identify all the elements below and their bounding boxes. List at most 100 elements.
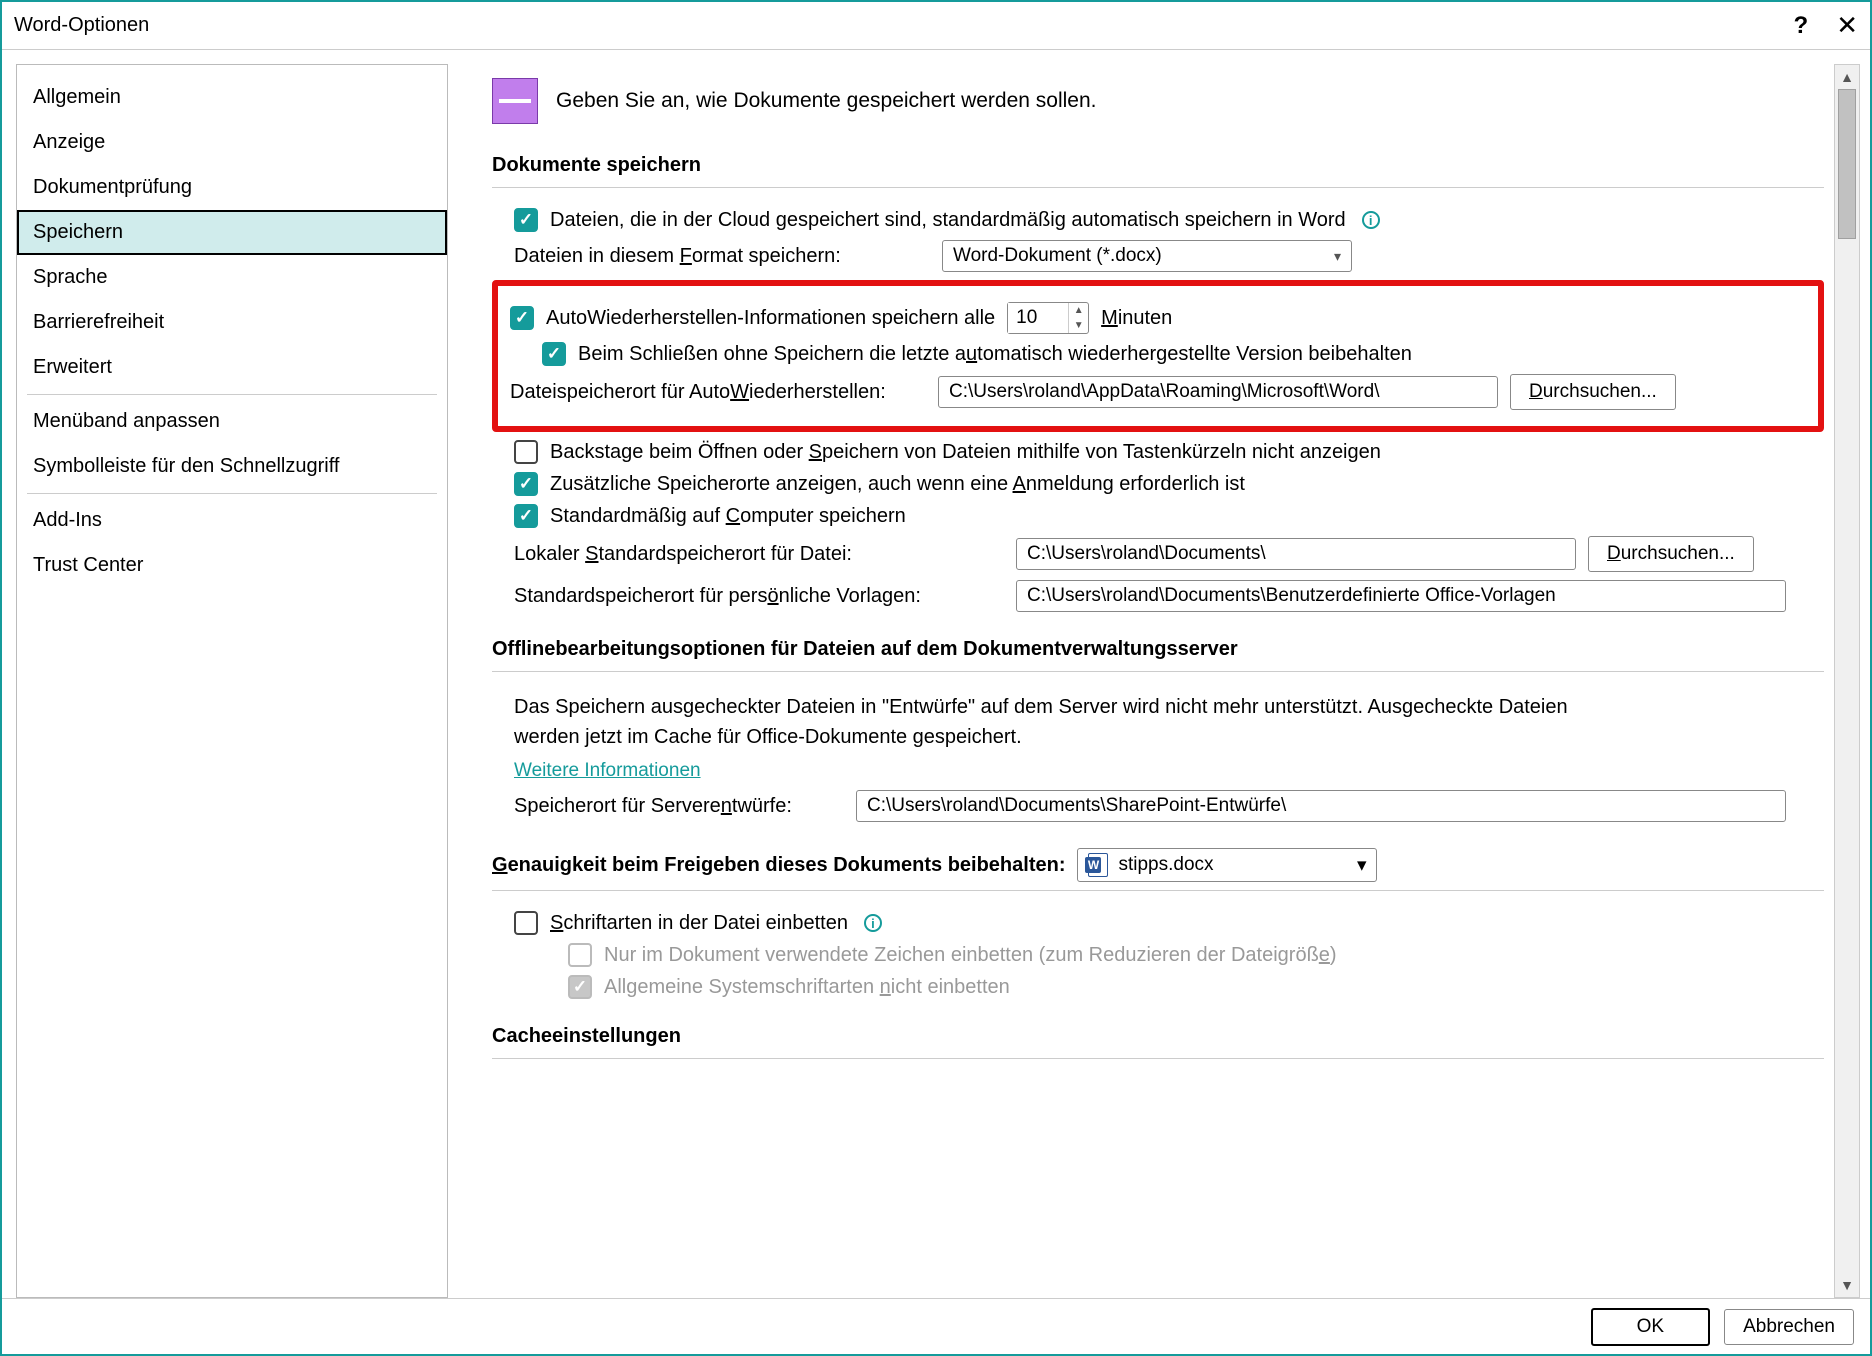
label-cloud-autosave: Dateien, die in der Cloud gespeichert si… [550,209,1346,232]
checkbox-keep-last-autosaved[interactable] [542,342,566,366]
titlebar-controls: ? ✕ [1794,10,1858,41]
checkbox-autorecover[interactable] [510,306,534,330]
browse-local-default-button[interactable]: Durchsuchen... [1588,536,1754,572]
section-separator [492,890,1824,891]
row-exclude-common: Allgemeine Systemschriftarten nicht einb… [492,975,1824,999]
combo-file-format[interactable]: Word-Dokument (*.docx) ▾ [942,240,1352,272]
help-icon[interactable]: ? [1794,12,1809,40]
sidebar-item-speichern[interactable]: Speichern [17,210,447,255]
highlight-autorecover: AutoWiederherstellen-Informationen speic… [492,280,1824,432]
label-backstage-hide: Backstage beim Öffnen oder Speichern von… [550,441,1381,464]
sidebar-item-barrierefreiheit[interactable]: Barrierefreiheit [17,300,447,345]
sidebar-item-anzeige[interactable]: Anzeige [17,120,447,165]
row-autorecover-location: Dateispeicherort für AutoWiederherstelle… [506,374,1810,410]
checkbox-exclude-common [568,975,592,999]
sidebar-separator [27,394,437,395]
page-header-text: Geben Sie an, wie Dokumente gespeichert … [556,89,1096,113]
scroll-up-icon[interactable]: ▲ [1835,65,1859,89]
row-fidelity-title: Genauigkeit beim Freigeben dieses Dokume… [492,848,1824,882]
spinner-autorecover-minutes[interactable]: ▲ ▼ [1007,302,1089,334]
row-keep-last-autosaved: Beim Schließen ohne Speichern die letzte… [506,342,1810,366]
sidebar-item-sprache[interactable]: Sprache [17,255,447,300]
row-offline-note: Das Speichern ausgecheckter Dateien in "… [492,692,1824,752]
label-server-drafts: Speicherort für Serverentwürfe: [514,795,844,818]
row-additional-locations: Zusätzliche Speicherorte anzeigen, auch … [492,472,1824,496]
row-cloud-autosave: Dateien, die in der Cloud gespeichert si… [492,208,1824,232]
titlebar: Word-Optionen ? ✕ [2,2,1870,50]
info-icon[interactable]: i [1362,211,1380,229]
row-local-default: Lokaler Standardspeicherort für Datei: D… [492,536,1824,572]
dialog-footer: OK Abbrechen [2,1298,1870,1354]
ok-button[interactable]: OK [1591,1308,1710,1346]
vertical-scrollbar[interactable]: ▲ ▼ [1834,64,1860,1298]
link-more-info[interactable]: Weitere Informationen [514,760,701,782]
label-embed-used-only: Nur im Dokument verwendete Zeichen einbe… [604,944,1337,967]
combo-document-value: stipps.docx [1118,854,1213,876]
sidebar-item-allgemein[interactable]: Allgemein [17,75,447,120]
input-autorecover-minutes[interactable] [1008,303,1068,333]
content-panel: Geben Sie an, wie Dokumente gespeichert … [462,64,1834,1298]
checkbox-embed-fonts[interactable] [514,911,538,935]
browse-autorecover-button[interactable]: Durchsuchen... [1510,374,1676,410]
row-embed-used-only: Nur im Dokument verwendete Zeichen einbe… [492,943,1824,967]
section-title-fidelity: Genauigkeit beim Freigeben dieses Dokume… [492,854,1065,877]
close-icon[interactable]: ✕ [1836,10,1858,41]
window-title: Word-Optionen [14,14,1794,37]
input-autorecover-location[interactable] [938,376,1498,408]
label-exclude-common: Allgemeine Systemschriftarten nicht einb… [604,976,1010,999]
spinner-down-icon[interactable]: ▼ [1069,318,1088,333]
info-icon[interactable]: i [864,914,882,932]
offline-note: Das Speichern ausgecheckter Dateien in "… [514,692,1604,752]
sidebar: Allgemein Anzeige Dokumentprüfung Speich… [16,64,448,1298]
checkbox-default-computer[interactable] [514,504,538,528]
sidebar-item-dokumentpruefung[interactable]: Dokumentprüfung [17,165,447,210]
combo-document[interactable]: stipps.docx ▾ [1077,848,1377,882]
cancel-button[interactable]: Abbrechen [1724,1309,1854,1345]
label-file-format: Dateien in diesem Format speichern: [514,245,930,268]
label-embed-fonts: Schriftarten in der Datei einbetten [550,912,848,935]
label-keep-last-autosaved: Beim Schließen ohne Speichern die letzte… [578,343,1412,366]
row-server-drafts: Speicherort für Serverentwürfe: [492,790,1824,822]
sidebar-item-erweitert[interactable]: Erweitert [17,345,447,390]
spinner-up-icon[interactable]: ▲ [1069,303,1088,318]
section-separator [492,671,1824,672]
section-title-cache: Cacheeinstellungen [492,1025,1824,1048]
main-area: Allgemein Anzeige Dokumentprüfung Speich… [2,50,1870,1298]
section-title-offline: Offlinebearbeitungsoptionen für Dateien … [492,638,1824,661]
checkbox-cloud-autosave[interactable] [514,208,538,232]
label-personal-templates: Standardspeicherort für persönliche Vorl… [514,585,1004,608]
input-personal-templates[interactable] [1016,580,1786,612]
chevron-down-icon: ▾ [1357,854,1367,877]
row-autorecover-interval: AutoWiederherstellen-Informationen speic… [506,302,1810,334]
word-doc-icon [1088,853,1108,877]
scroll-thumb[interactable] [1838,89,1856,239]
sidebar-item-symbolleiste[interactable]: Symbolleiste für den Schnellzugriff [17,444,447,489]
checkbox-backstage-hide[interactable] [514,440,538,464]
row-backstage-hide: Backstage beim Öffnen oder Speichern von… [492,440,1824,464]
page-header: Geben Sie an, wie Dokumente gespeichert … [492,78,1824,124]
row-embed-fonts: Schriftarten in der Datei einbetten i [492,911,1824,935]
label-autorecover-prefix: AutoWiederherstellen-Informationen speic… [546,307,995,330]
row-more-info: Weitere Informationen [492,760,1824,782]
content-wrap: Geben Sie an, wie Dokumente gespeichert … [462,64,1860,1298]
sidebar-item-trustcenter[interactable]: Trust Center [17,543,447,588]
label-autorecover-suffix: Minuten [1101,307,1172,330]
sidebar-item-addins[interactable]: Add-Ins [17,498,447,543]
input-server-drafts[interactable] [856,790,1786,822]
chevron-down-icon: ▾ [1334,248,1341,265]
scroll-down-icon[interactable]: ▼ [1835,1273,1859,1297]
section-separator [492,187,1824,188]
label-default-computer: Standardmäßig auf Computer speichern [550,505,906,528]
combo-file-format-value: Word-Dokument (*.docx) [953,245,1162,267]
row-file-format: Dateien in diesem Format speichern: Word… [492,240,1824,272]
row-personal-templates: Standardspeicherort für persönliche Vorl… [492,580,1824,612]
input-local-default[interactable] [1016,538,1576,570]
checkbox-embed-used-only [568,943,592,967]
sidebar-separator [27,493,437,494]
label-local-default: Lokaler Standardspeicherort für Datei: [514,543,1004,566]
section-separator [492,1058,1824,1059]
checkbox-additional-locations[interactable] [514,472,538,496]
options-window: Word-Optionen ? ✕ Allgemein Anzeige Doku… [0,0,1872,1356]
save-icon [492,78,538,124]
sidebar-item-menueband[interactable]: Menüband anpassen [17,399,447,444]
